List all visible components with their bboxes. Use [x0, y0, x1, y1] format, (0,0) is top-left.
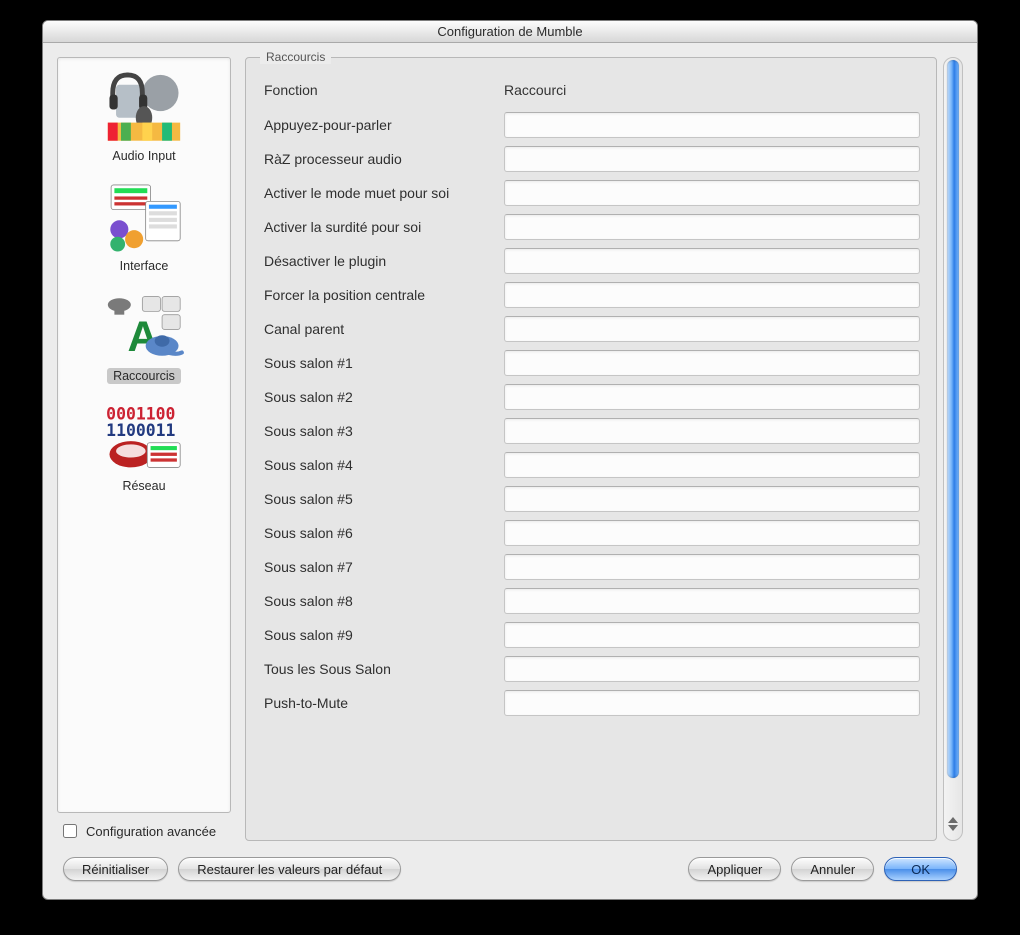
shortcut-function-label: Sous salon #6: [264, 525, 496, 541]
sidebar-item-label: Interface: [114, 258, 175, 274]
shortcut-row: Sous salon #7: [260, 550, 924, 584]
window-titlebar[interactable]: Configuration de Mumble: [43, 21, 977, 43]
shortcut-row: Sous salon #5: [260, 482, 924, 516]
shortcut-function-label: Tous les Sous Salon: [264, 661, 496, 677]
shortcut-input[interactable]: [504, 452, 920, 478]
shortcut-table-header: Fonction Raccourci: [260, 76, 924, 108]
scroll-up-arrow-icon[interactable]: [948, 817, 958, 823]
reseau-icon: 0001100 1100011: [102, 400, 186, 474]
shortcut-function-label: Appuyez-pour-parler: [264, 117, 496, 133]
shortcut-input[interactable]: [504, 520, 920, 546]
sidebar-item-label: Audio Input: [106, 148, 181, 164]
shortcut-list: Appuyez-pour-parler RàZ processeur audio A…: [260, 108, 924, 720]
shortcut-function-label: Push-to-Mute: [264, 695, 496, 711]
cancel-button[interactable]: Annuler: [791, 857, 874, 881]
interface-icon: [102, 180, 186, 254]
shortcut-input[interactable]: [504, 486, 920, 512]
shortcut-function-label: Sous salon #2: [264, 389, 496, 405]
shortcut-function-label: Sous salon #3: [264, 423, 496, 439]
shortcut-row: Sous salon #4: [260, 448, 924, 482]
dialog-button-bar: Réinitialiser Restaurer les valeurs par …: [43, 847, 977, 899]
header-shortcut: Raccourci: [504, 82, 920, 98]
shortcut-input[interactable]: [504, 112, 920, 138]
category-sidebar: Audio Input Interface A Raccourcis 00011: [57, 57, 231, 813]
config-window: Configuration de Mumble Audio Input: [42, 20, 978, 900]
sidebar-item-raccourcis[interactable]: A Raccourcis: [62, 284, 226, 394]
shortcut-row: Sous salon #1: [260, 346, 924, 380]
shortcut-function-label: Sous salon #7: [264, 559, 496, 575]
shortcut-input[interactable]: [504, 248, 920, 274]
shortcut-row: Appuyez-pour-parler: [260, 108, 924, 142]
shortcut-input[interactable]: [504, 316, 920, 342]
shortcut-row: Forcer la position centrale: [260, 278, 924, 312]
shortcut-row: Sous salon #3: [260, 414, 924, 448]
shortcuts-groupbox: Raccourcis Fonction Raccourci Appuyez-po…: [245, 57, 937, 841]
shortcut-input[interactable]: [504, 282, 920, 308]
shortcut-row: Tous les Sous Salon: [260, 652, 924, 686]
shortcut-input[interactable]: [504, 622, 920, 648]
apply-button[interactable]: Appliquer: [688, 857, 781, 881]
shortcut-input[interactable]: [504, 554, 920, 580]
shortcut-row: Sous salon #2: [260, 380, 924, 414]
shortcut-function-label: Sous salon #4: [264, 457, 496, 473]
scrollbar-thumb[interactable]: [947, 60, 959, 778]
shortcut-row: Activer la surdité pour soi: [260, 210, 924, 244]
shortcut-function-label: Sous salon #8: [264, 593, 496, 609]
shortcut-function-label: Sous salon #1: [264, 355, 496, 371]
advanced-config-label: Configuration avancée: [86, 824, 216, 839]
shortcut-row: Sous salon #6: [260, 516, 924, 550]
shortcut-function-label: Activer la surdité pour soi: [264, 219, 496, 235]
shortcut-input[interactable]: [504, 690, 920, 716]
shortcut-row: Désactiver le plugin: [260, 244, 924, 278]
shortcut-row: Activer le mode muet pour soi: [260, 176, 924, 210]
sidebar-item-label: Réseau: [116, 478, 171, 494]
ok-button[interactable]: OK: [884, 857, 957, 881]
shortcut-function-label: Sous salon #5: [264, 491, 496, 507]
shortcut-row: Push-to-Mute: [260, 686, 924, 720]
shortcut-function-label: Sous salon #9: [264, 627, 496, 643]
header-function: Fonction: [264, 82, 504, 98]
scrollbar-track[interactable]: [946, 60, 960, 810]
shortcut-function-label: RàZ processeur audio: [264, 151, 496, 167]
shortcut-input[interactable]: [504, 384, 920, 410]
shortcut-function-label: Canal parent: [264, 321, 496, 337]
scroll-down-arrow-icon[interactable]: [948, 825, 958, 831]
shortcut-row: Canal parent: [260, 312, 924, 346]
raccourcis-icon: A: [102, 290, 186, 364]
advanced-config-checkbox[interactable]: [63, 824, 77, 838]
shortcut-function-label: Désactiver le plugin: [264, 253, 496, 269]
shortcut-input[interactable]: [504, 214, 920, 240]
shortcut-row: Sous salon #9: [260, 618, 924, 652]
restore-defaults-button[interactable]: Restaurer les valeurs par défaut: [178, 857, 401, 881]
shortcut-function-label: Activer le mode muet pour soi: [264, 185, 496, 201]
window-title: Configuration de Mumble: [437, 24, 582, 39]
shortcut-row: RàZ processeur audio: [260, 142, 924, 176]
shortcut-input[interactable]: [504, 180, 920, 206]
sidebar-item-audio-input[interactable]: Audio Input: [62, 64, 226, 174]
vertical-scrollbar[interactable]: [943, 57, 963, 841]
svg-text:1100011: 1100011: [106, 421, 175, 440]
shortcut-row: Sous salon #8: [260, 584, 924, 618]
advanced-config-checkbox-row[interactable]: Configuration avancée: [57, 821, 231, 841]
groupbox-title: Raccourcis: [260, 50, 331, 64]
audio-input-icon: [102, 70, 186, 144]
shortcut-function-label: Forcer la position centrale: [264, 287, 496, 303]
shortcut-input[interactable]: [504, 350, 920, 376]
shortcut-input[interactable]: [504, 588, 920, 614]
shortcut-input[interactable]: [504, 146, 920, 172]
sidebar-item-label: Raccourcis: [107, 368, 181, 384]
sidebar-item-reseau[interactable]: 0001100 1100011 Réseau: [62, 394, 226, 504]
shortcut-input[interactable]: [504, 418, 920, 444]
reset-button[interactable]: Réinitialiser: [63, 857, 168, 881]
shortcut-input[interactable]: [504, 656, 920, 682]
sidebar-item-interface[interactable]: Interface: [62, 174, 226, 284]
